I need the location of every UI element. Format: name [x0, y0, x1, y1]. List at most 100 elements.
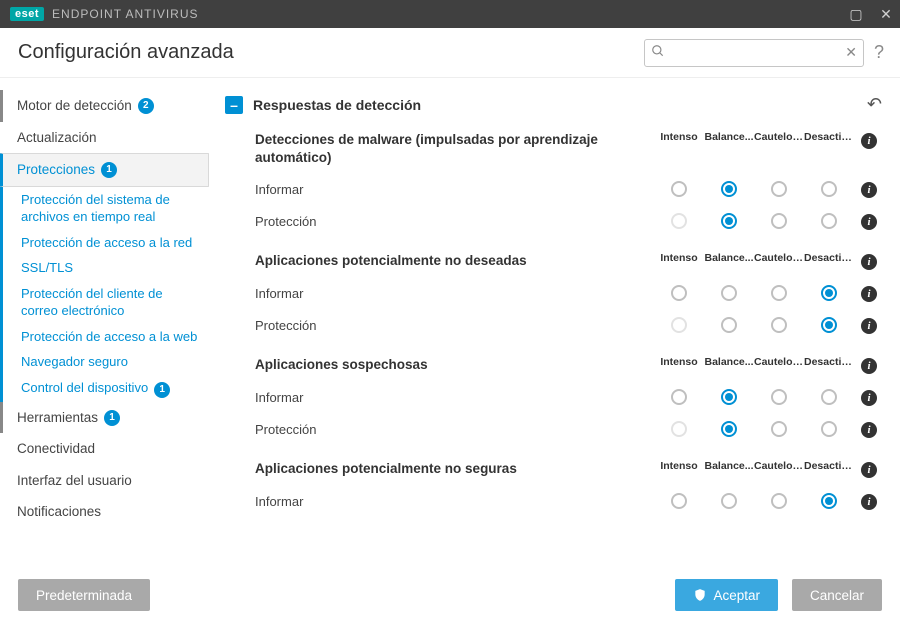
radio-option[interactable]: [821, 389, 837, 405]
revert-icon[interactable]: ↶: [867, 94, 882, 115]
sidebar-subitem[interactable]: SSL/TLS: [0, 255, 209, 281]
radio-group: [654, 493, 854, 509]
sidebar-item[interactable]: Motor de detección2: [0, 90, 209, 122]
radio-option[interactable]: [821, 421, 837, 437]
column-headers: IntensoBalance...CautelosoDesactiv...: [654, 131, 854, 143]
column-header: Balance...: [704, 131, 754, 143]
radio-option[interactable]: [771, 181, 787, 197]
column-header: Intenso: [654, 252, 704, 264]
info-icon[interactable]: i: [861, 390, 877, 406]
search-input[interactable]: [669, 45, 845, 60]
close-icon[interactable]: ✕: [878, 6, 894, 23]
radio-option[interactable]: [771, 285, 787, 301]
radio-option[interactable]: [771, 213, 787, 229]
help-icon[interactable]: ?: [874, 42, 884, 63]
sidebar-subitem[interactable]: Protección del sistema de archivos en ti…: [0, 187, 209, 230]
radio-cell: [804, 213, 854, 229]
info-icon[interactable]: i: [861, 286, 877, 302]
radio-cell: [804, 285, 854, 301]
info-col: i: [854, 212, 884, 230]
radio-option[interactable]: [671, 389, 687, 405]
accept-button[interactable]: Aceptar: [675, 579, 778, 611]
radio-option[interactable]: [771, 493, 787, 509]
radio-cell: [804, 493, 854, 509]
info-icon[interactable]: i: [861, 133, 877, 149]
radio-cell: [754, 317, 804, 333]
radio-option[interactable]: [821, 285, 837, 301]
radio-cell: [754, 389, 804, 405]
info-icon[interactable]: i: [861, 318, 877, 334]
column-headers: IntensoBalance...CautelosoDesactiv...: [654, 252, 854, 264]
info-icon[interactable]: i: [861, 358, 877, 374]
radio-cell: [754, 421, 804, 437]
info-col: i: [854, 316, 884, 334]
maximize-icon[interactable]: ▢: [848, 6, 864, 23]
radio-option[interactable]: [671, 181, 687, 197]
radio-option[interactable]: [671, 493, 687, 509]
sidebar-item-label: Motor de detección: [17, 97, 132, 115]
sidebar-subitem[interactable]: Protección de acceso a la red: [0, 230, 209, 256]
info-icon[interactable]: i: [861, 182, 877, 198]
radio-option[interactable]: [821, 213, 837, 229]
column-header: Desactiv...: [804, 252, 854, 264]
accept-button-label: Aceptar: [713, 588, 760, 603]
radio-option[interactable]: [721, 421, 737, 437]
main: – Respuestas de detección ↶ Detecciones …: [215, 78, 900, 570]
sidebar-item[interactable]: Actualización: [0, 122, 209, 154]
radio-option[interactable]: [771, 421, 787, 437]
sidebar-subitem[interactable]: Control del dispositivo1: [0, 375, 209, 402]
content-scroll[interactable]: – Respuestas de detección ↶ Detecciones …: [225, 90, 898, 570]
radio-option[interactable]: [771, 389, 787, 405]
group-title: Detecciones de malware (impulsadas por a…: [255, 131, 654, 166]
clear-search-icon[interactable]: ✕: [845, 44, 857, 61]
radio-option[interactable]: [821, 317, 837, 333]
radio-option[interactable]: [721, 181, 737, 197]
radio-option[interactable]: [721, 213, 737, 229]
radio-group: [654, 181, 854, 197]
setting-row: Informari: [255, 374, 884, 406]
count-badge: 1: [154, 382, 170, 398]
sidebar-subitem[interactable]: Protección de acceso a la web: [0, 324, 209, 350]
radio-option[interactable]: [821, 181, 837, 197]
sidebar-item[interactable]: Protecciones1: [0, 153, 209, 187]
radio-option[interactable]: [721, 285, 737, 301]
column-header: Desactiv...: [804, 356, 854, 368]
column-header: Balance...: [704, 252, 754, 264]
sidebar-subitem[interactable]: Protección del cliente de correo electró…: [0, 281, 209, 324]
collapse-icon[interactable]: –: [225, 96, 243, 114]
search-box[interactable]: ✕: [644, 39, 864, 67]
radio-cell: [804, 181, 854, 197]
column-headers: IntensoBalance...CautelosoDesactiv...: [654, 356, 854, 368]
radio-cell: [804, 317, 854, 333]
group-title-row: Aplicaciones potencialmente no deseadasI…: [255, 252, 884, 270]
radio-cell: [754, 285, 804, 301]
radio-option[interactable]: [771, 317, 787, 333]
info-col: i: [854, 356, 884, 374]
setting-row: Proteccióni: [255, 406, 884, 438]
info-col: i: [854, 492, 884, 510]
sidebar-item[interactable]: Conectividad: [0, 433, 209, 465]
sidebar-item[interactable]: Herramientas1: [0, 402, 209, 434]
body: Motor de detección2ActualizaciónProtecci…: [0, 78, 900, 570]
info-icon[interactable]: i: [861, 254, 877, 270]
radio-option[interactable]: [721, 317, 737, 333]
sidebar-item[interactable]: Notificaciones: [0, 496, 209, 528]
cancel-button[interactable]: Cancelar: [792, 579, 882, 611]
info-icon[interactable]: i: [861, 462, 877, 478]
row-label: Informar: [255, 286, 654, 301]
info-icon[interactable]: i: [861, 422, 877, 438]
info-icon[interactable]: i: [861, 214, 877, 230]
section-head: – Respuestas de detección ↶: [225, 90, 884, 127]
column-header: Cauteloso: [754, 460, 804, 472]
sidebar-subitem[interactable]: Navegador seguro: [0, 349, 209, 375]
footer: Predeterminada Aceptar Cancelar: [0, 570, 900, 620]
radio-option[interactable]: [721, 493, 737, 509]
column-header: Cauteloso: [754, 131, 804, 143]
radio-option[interactable]: [821, 493, 837, 509]
default-button[interactable]: Predeterminada: [18, 579, 150, 611]
group-title-row: Aplicaciones potencialmente no segurasIn…: [255, 460, 884, 478]
sidebar-item[interactable]: Interfaz del usuario: [0, 465, 209, 497]
radio-option[interactable]: [671, 285, 687, 301]
radio-option[interactable]: [721, 389, 737, 405]
info-icon[interactable]: i: [861, 494, 877, 510]
